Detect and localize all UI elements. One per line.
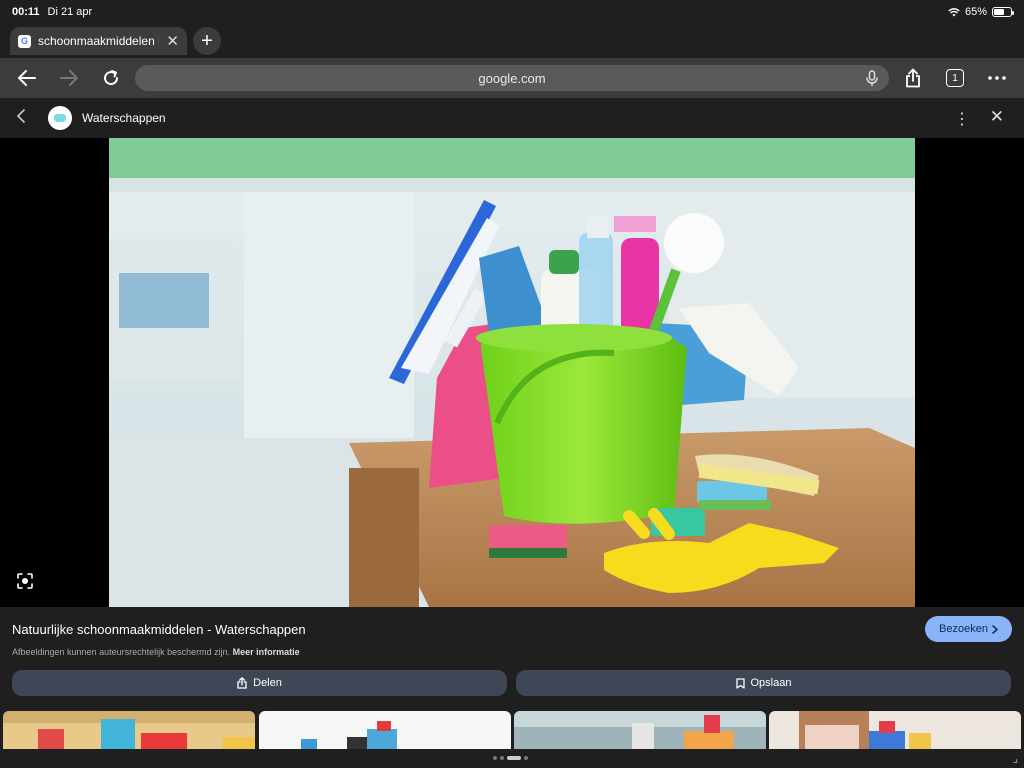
wifi-icon [948, 8, 960, 17]
chevron-left-icon [16, 108, 25, 123]
more-icon [988, 76, 1006, 80]
new-tab-button[interactable]: + [193, 27, 221, 55]
chevron-right-icon [992, 624, 998, 634]
save-label: Opslaan [750, 677, 792, 689]
resize-corner-icon[interactable]: ⌟ [1013, 752, 1018, 765]
home-indicator-bar: ⌟ [0, 749, 1024, 768]
battery-fill [994, 9, 1005, 15]
address-bar-url: google.com [478, 70, 546, 86]
forward-button[interactable] [54, 63, 84, 93]
browser-window: 00:11 Di 21 apr 65% G schoonmaakmiddelen… [0, 0, 1024, 768]
visit-button[interactable]: Bezoeken [925, 616, 1012, 642]
tab-title: schoonmaakmiddelen k [38, 34, 160, 48]
battery-percent: 65% [964, 6, 987, 18]
reload-icon [104, 70, 119, 86]
arrow-right-icon [60, 70, 78, 86]
arrow-left-icon [18, 70, 36, 86]
tab-switcher-button[interactable]: 1 [940, 63, 970, 93]
related-image-4-photo [769, 711, 1021, 749]
page-dot-active [507, 756, 521, 760]
lens-icon[interactable] [16, 572, 34, 590]
tab-strip: G schoonmaakmiddelen k ✕ + [0, 24, 1024, 58]
copyright-text: Afbeeldingen kunnen auteursrechtelijk be… [12, 647, 231, 657]
copyright-notice: Afbeeldingen kunnen auteursrechtelijk be… [12, 647, 300, 657]
mic-icon[interactable] [863, 69, 881, 87]
more-info-link[interactable]: Meer informatie [233, 647, 300, 657]
page-dot [500, 756, 504, 760]
page-dots [493, 756, 528, 760]
bookmark-icon [735, 677, 745, 689]
reload-button[interactable] [96, 63, 126, 93]
tab-active[interactable]: G schoonmaakmiddelen k ✕ [10, 27, 187, 55]
status-right: 65% [948, 6, 1014, 18]
related-image-2[interactable] [259, 711, 511, 749]
viewer-more-icon[interactable]: ⋮ [954, 109, 970, 129]
battery-icon [992, 7, 1014, 17]
cleaning-supplies-photo [109, 138, 915, 607]
status-bar: 00:11 Di 21 apr 65% [0, 0, 1024, 24]
tab-count-icon: 1 [946, 69, 964, 87]
back-button[interactable] [12, 63, 42, 93]
source-name[interactable]: Waterschappen [82, 111, 166, 125]
related-image-2-photo [259, 711, 511, 749]
viewer-close-icon[interactable]: ✕ [990, 107, 1004, 127]
related-image-3-photo [514, 711, 766, 749]
status-date: Di 21 apr [47, 6, 93, 18]
google-favicon-icon: G [18, 34, 31, 48]
share-icon [237, 677, 247, 689]
menu-button[interactable] [982, 63, 1012, 93]
image-stage [0, 138, 1024, 607]
save-result-button[interactable]: Opslaan [516, 670, 1011, 696]
related-image-4[interactable] [769, 711, 1021, 749]
status-time: 00:11 [12, 6, 40, 18]
share-icon [906, 68, 920, 88]
tab-close-icon[interactable]: ✕ [166, 34, 179, 49]
related-image-1-photo [3, 711, 255, 749]
visit-label: Bezoeken [939, 623, 988, 635]
share-label: Delen [253, 677, 282, 689]
result-title[interactable]: Natuurlijke schoonmaakmiddelen - Watersc… [12, 622, 306, 637]
site-logo-icon [48, 106, 72, 130]
related-image-3[interactable] [514, 711, 766, 749]
address-bar[interactable]: google.com [135, 65, 889, 91]
image-viewer-header: Waterschappen ⋮ ✕ [0, 98, 1024, 138]
toolbar-actions: 1 [898, 63, 1012, 93]
preview-image[interactable] [109, 138, 915, 607]
page-dot [493, 756, 497, 760]
result-info: Natuurlijke schoonmaakmiddelen - Watersc… [0, 607, 1024, 711]
page-dot [524, 756, 528, 760]
toolbar: google.com 1 [0, 58, 1024, 98]
related-images-strip [0, 711, 1024, 749]
share-button[interactable] [898, 63, 928, 93]
share-result-button[interactable]: Delen [12, 670, 507, 696]
viewer-back-button[interactable] [16, 108, 38, 128]
related-image-1[interactable] [3, 711, 255, 749]
